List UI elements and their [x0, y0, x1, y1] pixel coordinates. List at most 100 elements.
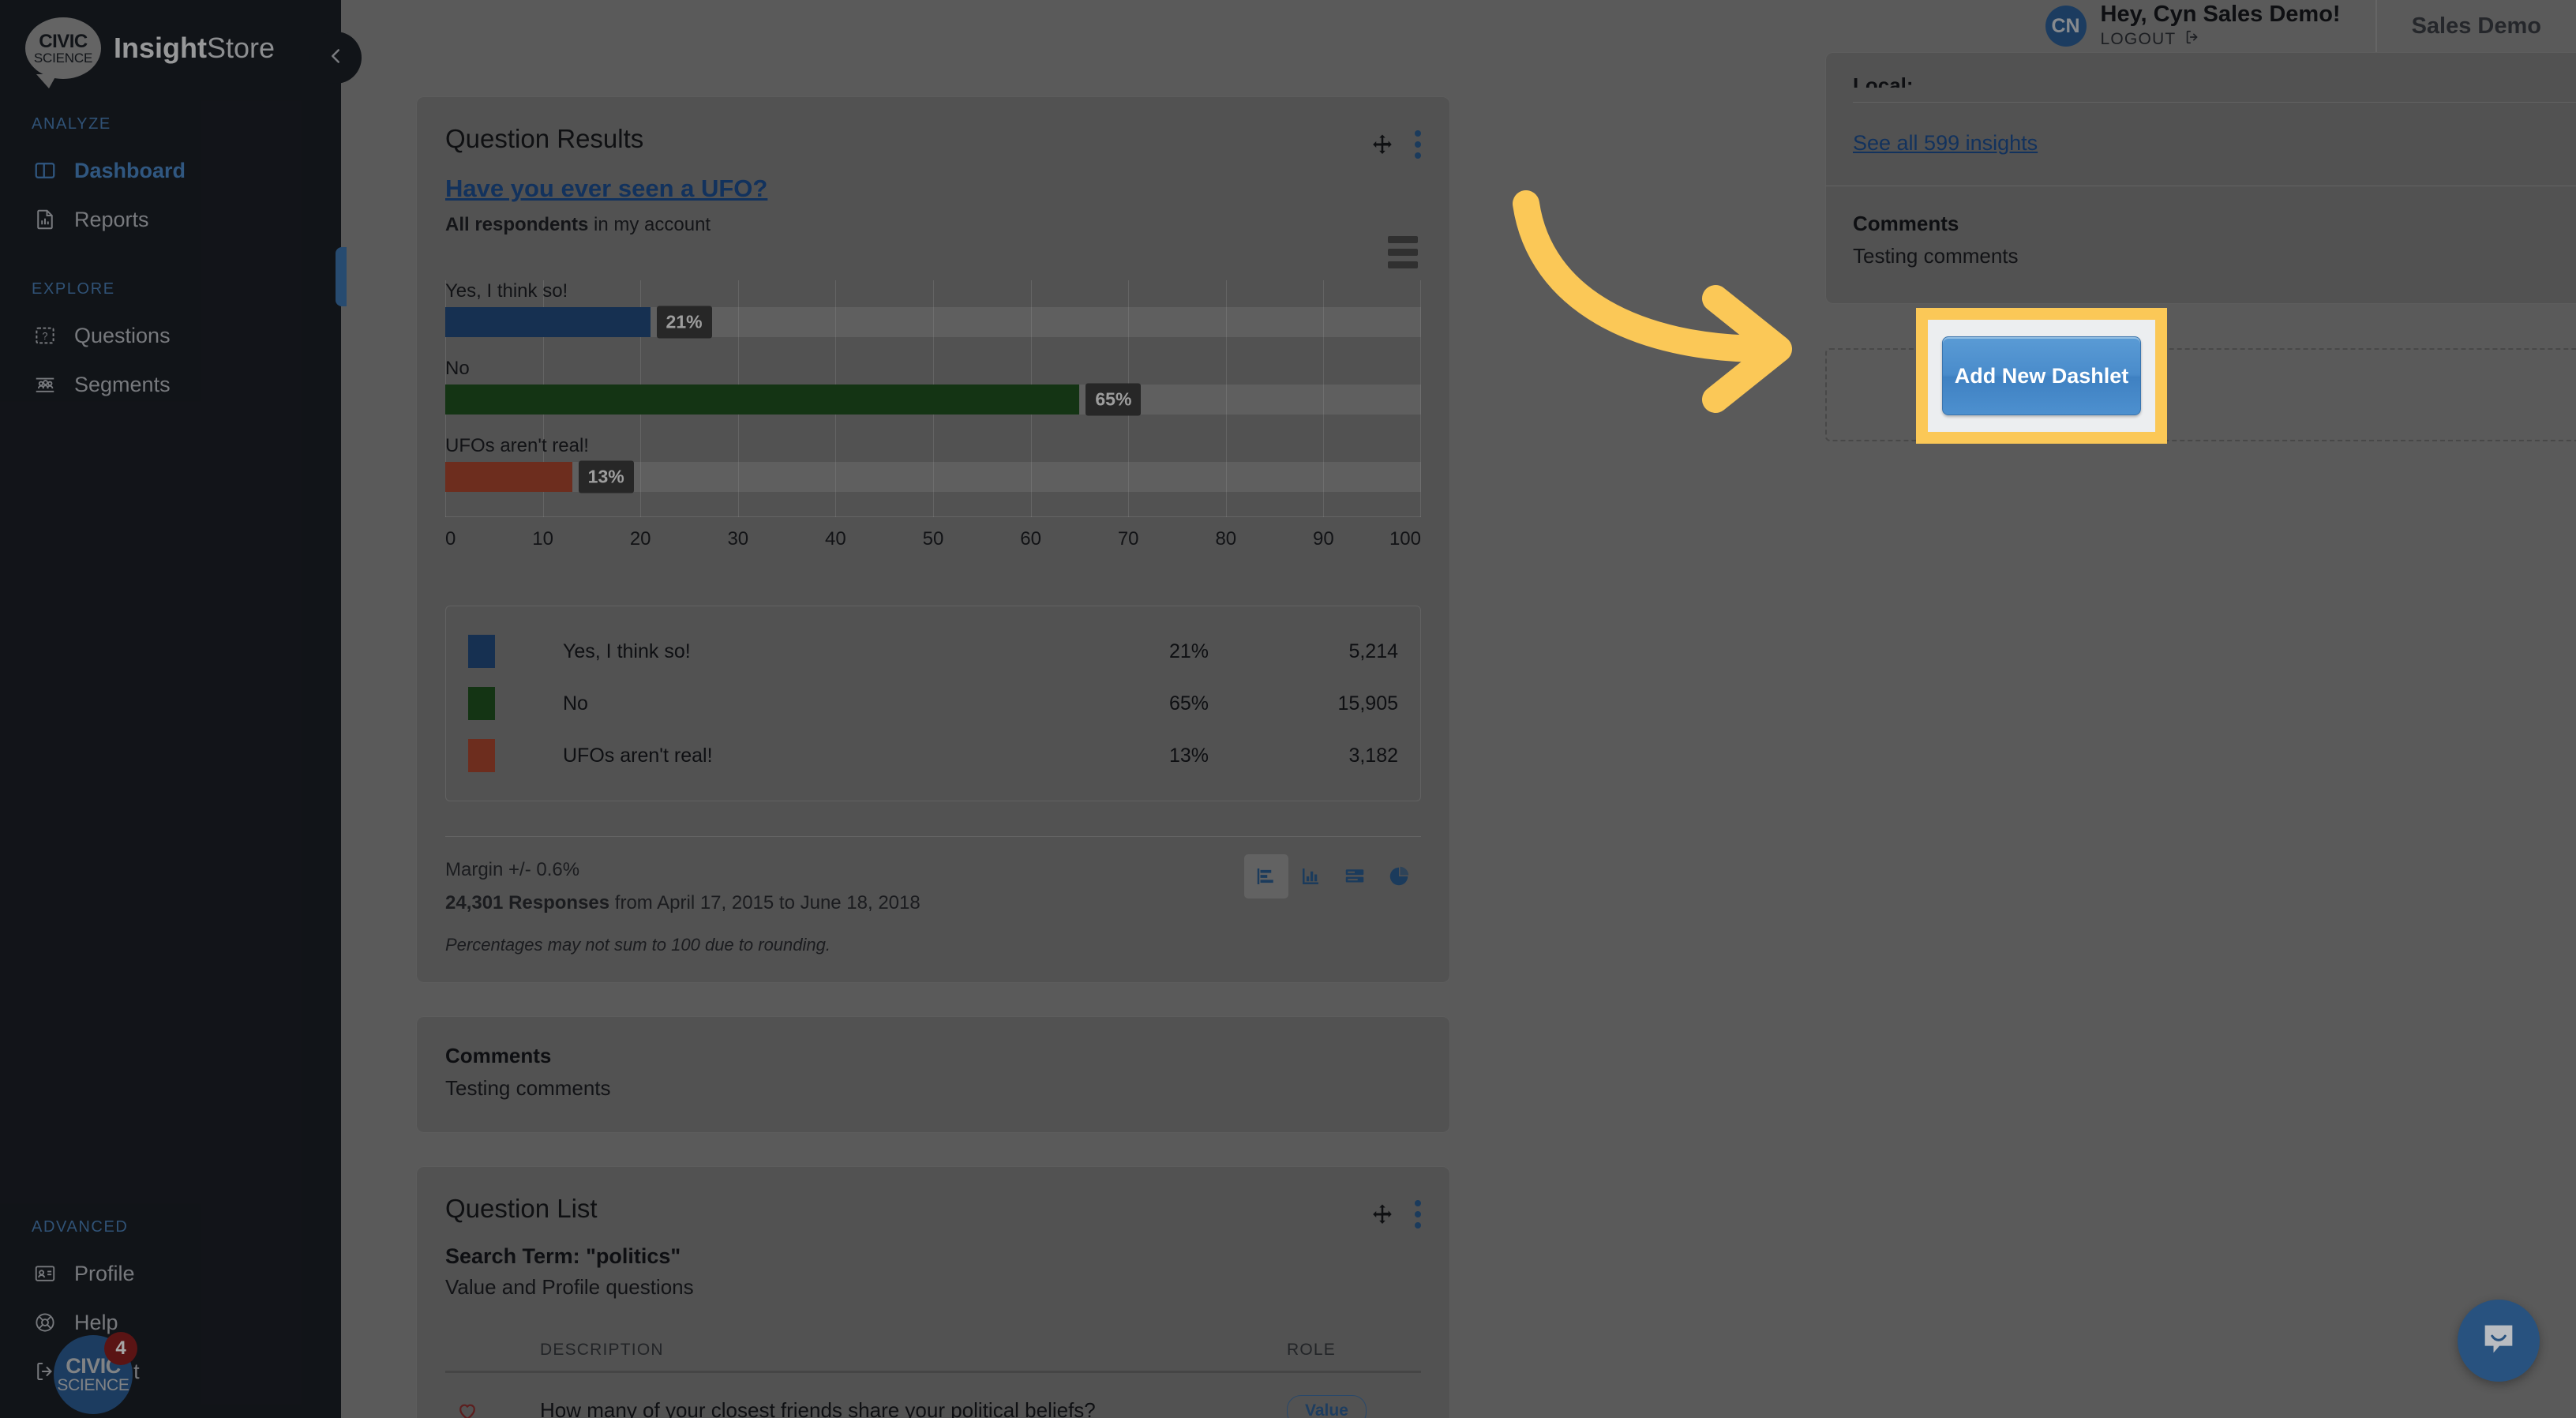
- sidebar-item-profile[interactable]: Profile: [0, 1249, 341, 1298]
- sidebar-item-questions[interactable]: ? Questions: [0, 311, 341, 360]
- logout-label: LOGOUT: [2100, 29, 2177, 48]
- chat-launcher-button[interactable]: [2458, 1300, 2540, 1382]
- question-list-header: Question List: [417, 1167, 1449, 1229]
- card-tools: [1370, 1194, 1421, 1229]
- logout-icon: [2184, 28, 2201, 51]
- heart-icon[interactable]: [445, 1399, 489, 1418]
- question-list-title: Question List: [445, 1194, 598, 1223]
- kebab-menu-icon[interactable]: [1415, 1200, 1421, 1229]
- question-list-meta: Search Term: "politics" Value and Profil…: [417, 1229, 1449, 1300]
- table-row[interactable]: How many of your closest friends share y…: [445, 1373, 1421, 1418]
- search-term-label: Search Term: "politics": [445, 1244, 681, 1268]
- left-column: Question Results Have you ever seen a UF…: [416, 96, 1450, 1418]
- legend-count-2: 3,182: [1348, 744, 1398, 767]
- fab-line-2: SCIENCE: [57, 1376, 129, 1395]
- question-description: How many of your closest friends share y…: [540, 1398, 1096, 1418]
- hamburger-menu-icon[interactable]: [1388, 236, 1418, 268]
- sidebar-item-logout[interactable]: Logout: [0, 1347, 341, 1396]
- legend-pct-1: 65%: [1168, 692, 1209, 715]
- report-icon: [33, 208, 57, 231]
- bar-value-label-1: 65%: [1086, 383, 1142, 416]
- sidebar-item-reports-label: Reports: [74, 207, 149, 231]
- active-nav-indicator: [336, 247, 347, 306]
- right-comments-body: Testing comments: [1853, 244, 2019, 268]
- sidebar-group-analyze-label: ANALYZE: [32, 115, 111, 133]
- move-arrows-icon[interactable]: [1370, 133, 1394, 156]
- legend-swatch-2: [468, 739, 495, 772]
- question-link[interactable]: Have you ever seen a UFO?: [417, 159, 796, 203]
- sidebar-group-explore-label: EXPLORE: [32, 280, 115, 298]
- app-title: InsightStore: [114, 32, 275, 65]
- bar-track-0: 21%: [445, 306, 1421, 339]
- brand[interactable]: CIVIC SCIENCE InsightStore: [0, 0, 341, 88]
- question-results-title: Question Results: [445, 124, 644, 153]
- status-badge: Value: [1287, 1394, 1367, 1418]
- civicscience-logo: CIVIC SCIENCE: [25, 17, 101, 88]
- x-tick-10: 100: [1389, 528, 1421, 550]
- legend-row: Yes, I think so! 21% 5,214: [468, 625, 1398, 677]
- question-list-card: Question List Search Term: "politics" Va…: [416, 1166, 1450, 1418]
- profile-card-icon: [33, 1262, 57, 1285]
- bar-category-label-0: Yes, I think so!: [445, 280, 568, 302]
- dashboard-icon: [33, 159, 57, 182]
- segments-icon: [33, 373, 57, 396]
- question-results-header: Question Results: [417, 97, 1449, 159]
- bar-fill-1: [445, 385, 1080, 415]
- main-content: Question Results Have you ever seen a UF…: [341, 52, 2576, 1418]
- legend-label-1: No: [563, 692, 588, 715]
- user-greeting: Hey, Cyn Sales Demo!: [2100, 2, 2341, 28]
- sidebar-group-advanced-label: ADVANCED: [32, 1218, 129, 1236]
- legend-pct-0: 21%: [1168, 640, 1209, 662]
- bar-group-0: Yes, I think so! 21%: [445, 280, 1421, 339]
- sidebar-item-reports[interactable]: Reports: [0, 195, 341, 244]
- x-tick-4: 40: [825, 528, 846, 550]
- bar-fill-0: [445, 307, 651, 337]
- stacked-bar-chart-icon[interactable]: [1333, 854, 1377, 898]
- insight-divider: [1853, 102, 2576, 103]
- highlight-inner: Add New Dashlet: [1928, 320, 2155, 432]
- sidebar-item-dashboard[interactable]: Dashboard: [0, 146, 341, 195]
- app-title-rest: Store: [206, 32, 276, 64]
- pie-chart-icon[interactable]: [1377, 854, 1421, 898]
- audience-rest: in my account: [588, 214, 711, 235]
- left-comments-body: Testing comments: [445, 1076, 611, 1100]
- bar-value-label-2: 13%: [578, 460, 634, 493]
- vertical-bar-chart-icon[interactable]: [1288, 854, 1333, 898]
- bar-chart: Yes, I think so! 21% No 65% UFOs aren't …: [445, 280, 1421, 517]
- sidebar-collapse-button[interactable]: [309, 32, 362, 84]
- logo-line-2: SCIENCE: [33, 50, 93, 66]
- bar-track-1: 65%: [445, 383, 1421, 416]
- bar-category-label-1: No: [445, 358, 470, 379]
- left-comments-card: Comments Testing comments: [416, 1016, 1450, 1133]
- logo-line-1: CIVIC: [39, 30, 88, 52]
- sidebar-item-help-label: Help: [74, 1310, 118, 1334]
- sidebar-item-segments[interactable]: Segments: [0, 360, 341, 409]
- sidebar-item-help[interactable]: Help: [0, 1298, 341, 1347]
- sidebar-item-questions-label: Questions: [74, 323, 171, 347]
- svg-text:?: ?: [43, 331, 48, 342]
- add-dashlet-highlight: Add New Dashlet: [1916, 308, 2167, 444]
- question-icon: ?: [33, 324, 57, 347]
- logout-button[interactable]: LOGOUT: [2101, 28, 2341, 51]
- add-new-dashlet-button[interactable]: Add New Dashlet: [1942, 336, 2141, 415]
- legend-row: UFOs aren't real! 13% 3,182: [468, 730, 1398, 782]
- move-arrows-icon[interactable]: [1370, 1202, 1394, 1226]
- sidebar-item-dashboard-label: Dashboard: [74, 158, 186, 182]
- chart-area: Yes, I think so! 21% No 65% UFOs aren't …: [417, 236, 1449, 560]
- role-cell: Value: [1287, 1394, 1421, 1418]
- insights-card: Local: See all 599 insights Comments Tes…: [1825, 52, 2576, 304]
- account-name: Sales Demo: [2411, 13, 2541, 39]
- column-header-description: DESCRIPTION: [540, 1341, 664, 1359]
- kebab-menu-icon[interactable]: [1415, 130, 1421, 159]
- horizontal-bar-chart-icon[interactable]: [1244, 854, 1288, 898]
- audience-line: All respondents in my account: [417, 203, 1449, 236]
- sidebar-item-profile-label: Profile: [74, 1261, 135, 1285]
- chevron-left-icon: [324, 44, 347, 72]
- chart-view-toggle: [1244, 854, 1421, 898]
- see-all-insights-link[interactable]: See all 599 insights: [1853, 131, 2038, 156]
- legend-label-2: UFOs aren't real!: [563, 744, 713, 767]
- civicscience-help-fab[interactable]: CIVIC SCIENCE 4: [54, 1332, 137, 1414]
- question-results-card: Question Results Have you ever seen a UF…: [416, 96, 1450, 983]
- user-menu[interactable]: CN Hey, Cyn Sales Demo! LOGOUT: [2045, 0, 2377, 52]
- bar-group-1: No 65%: [445, 358, 1421, 416]
